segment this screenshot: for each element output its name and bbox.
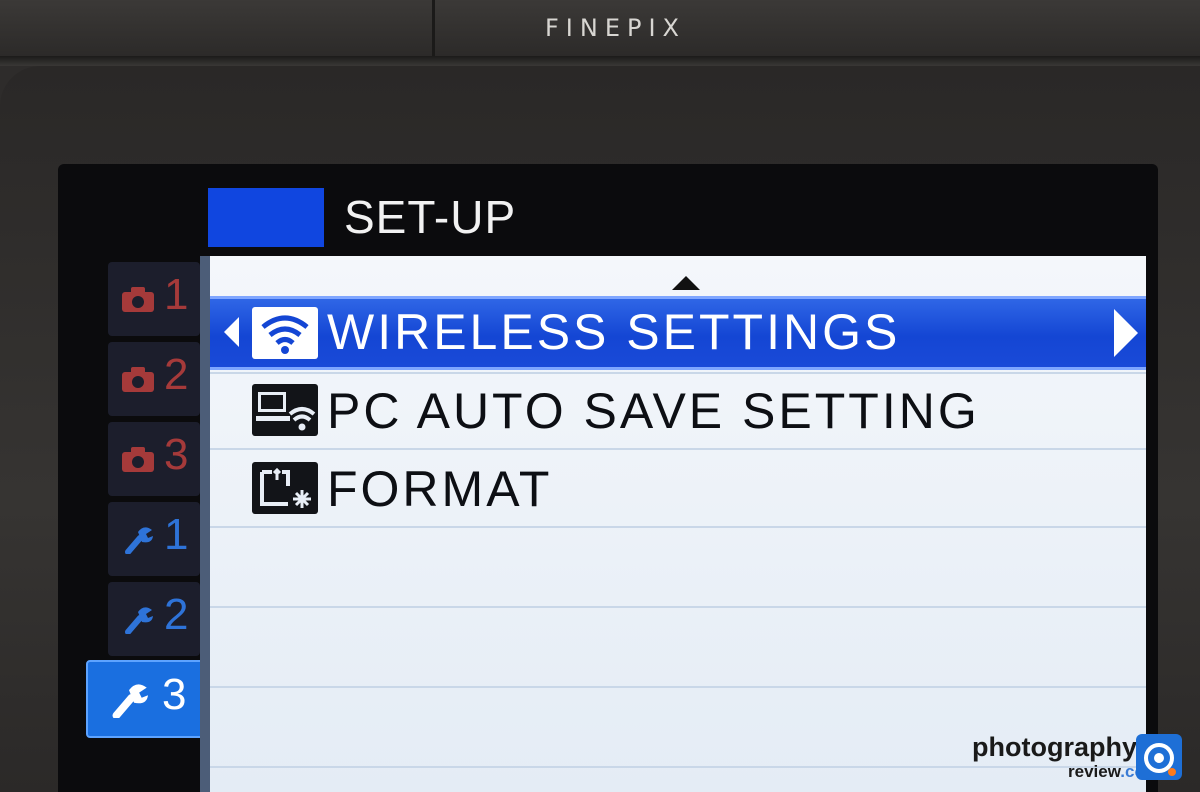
- tab-number: 1: [164, 510, 189, 559]
- camera-icon: [122, 287, 154, 312]
- menu-divider: [210, 606, 1146, 608]
- menu-item-label: FORMAT: [327, 461, 553, 517]
- menu-panel: WIRELESS SETTINGS PC AUTO SAVE SETTING F…: [200, 256, 1146, 792]
- menu-title: SET-UP: [344, 191, 517, 243]
- wifi-icon: [252, 307, 318, 359]
- menu-divider: [210, 526, 1146, 528]
- format-icon: [252, 462, 318, 514]
- menu-item-wireless-settings[interactable]: WIRELESS SETTINGS: [210, 296, 1146, 370]
- camera-top-seam: [432, 0, 435, 58]
- wrench-icon: [112, 684, 148, 718]
- camera-top-ridge: [0, 56, 1200, 66]
- camera-brand-label: FINEPIX: [545, 14, 686, 42]
- tab-number: 1: [164, 270, 189, 319]
- watermark-line2-main: review: [1068, 762, 1121, 781]
- menu-divider: [210, 448, 1146, 450]
- camera-icon: [122, 367, 154, 392]
- tab-setup-3[interactable]: 3: [86, 660, 204, 738]
- arrow-right-icon: [1114, 309, 1138, 357]
- menu-item-pc-auto-save[interactable]: PC AUTO SAVE SETTING: [210, 374, 1146, 444]
- menu-item-label: PC AUTO SAVE SETTING: [327, 383, 980, 439]
- tab-number: 3: [164, 430, 189, 479]
- wrench-icon: [125, 607, 153, 634]
- arrow-left-icon: [224, 317, 239, 347]
- scroll-up-arrow-icon[interactable]: [672, 276, 700, 290]
- tab-number: 2: [164, 590, 189, 639]
- tab-number: 3: [162, 670, 187, 719]
- tab-setup-1[interactable]: 1: [108, 502, 200, 576]
- menu-item-format[interactable]: FORMAT: [210, 452, 1146, 522]
- camera-icon: [122, 447, 154, 472]
- title-color-swatch: [208, 188, 324, 247]
- wrench-icon: [125, 527, 153, 554]
- watermark-logo-icon: [1136, 734, 1182, 780]
- tab-shooting-2[interactable]: 2: [108, 342, 200, 416]
- tab-setup-2[interactable]: 2: [108, 582, 200, 656]
- tab-number: 2: [164, 350, 189, 399]
- tab-shooting-3[interactable]: 3: [108, 422, 200, 496]
- menu-item-label: WIRELESS SETTINGS: [327, 304, 901, 360]
- menu-divider: [210, 686, 1146, 688]
- pc-wifi-icon: [252, 384, 318, 436]
- lcd-screen: SET-UP 1 2 3 1 2 3 WIRELESS SETTINGS PC …: [58, 164, 1158, 792]
- watermark: photography review.com: [972, 732, 1192, 788]
- watermark-line1: photography: [972, 732, 1137, 762]
- tab-shooting-1[interactable]: 1: [108, 262, 200, 336]
